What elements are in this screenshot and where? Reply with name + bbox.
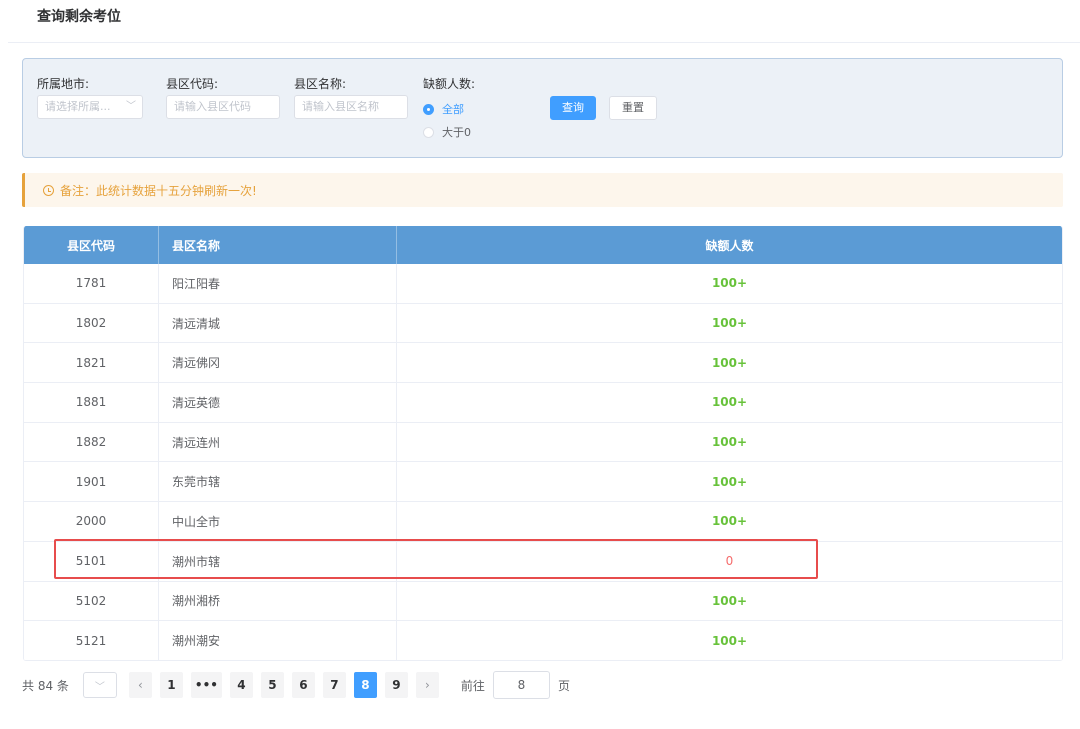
city-select[interactable]: 请选择所属... ﹀ [37, 95, 143, 119]
page-number-button[interactable]: 1 [159, 672, 183, 698]
page-number-button[interactable]: 5 [260, 672, 284, 698]
county-code-cell: 1881 [24, 383, 159, 422]
radio-greater-than-zero[interactable]: 大于0 [423, 124, 471, 140]
shortage-cell: 100+ [397, 502, 1062, 541]
county-code-cell: 1802 [24, 303, 159, 343]
notice-bar: 备注：此统计数据十五分钟刷新一次! [22, 173, 1063, 207]
table-row: 5101 潮州市辖 0 [24, 541, 1062, 582]
county-name-cell: 阳江阳春 [159, 264, 397, 303]
page-number-button[interactable]: 6 [291, 672, 315, 698]
remaining-seats-page: 查询剩余考位 所属地市: 请选择所属... ﹀ 县区代码: 请输入县区代码 县区… [0, 0, 1080, 729]
total-count: 共 84 条 [22, 678, 69, 693]
header-county-code: 县区代码 [24, 226, 159, 264]
county-code-cell: 1821 [24, 343, 159, 383]
table-row: 1881 清远英德 100+ [24, 383, 1062, 423]
pagination: 共 84 条 ﹀ ‹ 1 ••• 456789 › 前往 页 [22, 671, 570, 699]
shortage-value: 100+ [711, 474, 748, 489]
goto-label: 前往 [460, 678, 485, 693]
county-code-cell: 5101 [24, 541, 159, 581]
page-number-button[interactable]: 8 [353, 672, 377, 698]
city-label: 所属地市: [37, 77, 90, 91]
table-header: 县区代码 县区名称 缺额人数 [24, 226, 1062, 264]
page-unit-label: 页 [557, 678, 570, 693]
page-ellipsis-button[interactable]: ••• [190, 672, 222, 698]
page-number-button[interactable]: 7 [322, 672, 346, 698]
page-title: 查询剩余考位 [37, 9, 121, 25]
county-code-cell: 1781 [24, 264, 159, 303]
seats-table: 县区代码 县区名称 缺额人数 1781 阳江阳春 100+ 1802 清远清城 100+ 1… [23, 226, 1063, 661]
county-name-input[interactable]: 请输入县区名称 [294, 95, 408, 119]
clock-icon [43, 184, 54, 196]
table-row: 1802 清远清城 100+ [24, 303, 1062, 344]
shortage-label: 缺额人数: [423, 77, 476, 91]
county-code-cell: 2000 [24, 502, 159, 541]
page-number-button[interactable]: 9 [384, 672, 408, 698]
shortage-cell: 100+ [397, 621, 1062, 660]
chevron-down-icon: ﹀ [94, 681, 105, 693]
radio-checked-icon [423, 103, 434, 115]
filter-panel: 所属地市: 请选择所属... ﹀ 县区代码: 请输入县区代码 县区名称: 请输入… [22, 58, 1063, 158]
shortage-value: 100+ [711, 633, 748, 648]
county-name-cell: 潮州市辖 [159, 541, 397, 581]
shortage-value: 100+ [711, 514, 748, 529]
shortage-cell: 100+ [397, 423, 1062, 462]
county-code-input[interactable]: 请输入县区代码 [166, 95, 280, 119]
shortage-cell: 100+ [397, 304, 1062, 343]
shortage-value: 0 [725, 554, 734, 569]
radio-greater-than-zero-label: 大于0 [442, 126, 471, 139]
county-code-cell: 1882 [24, 422, 159, 462]
title-divider [8, 42, 1080, 43]
table-row: 1882 清远连州 100+ [24, 422, 1062, 463]
county-name-cell: 清远连州 [159, 422, 397, 462]
next-page-button[interactable]: › [415, 672, 439, 698]
shortage-value: 100+ [711, 395, 748, 410]
county-name-cell: 清远英德 [159, 383, 397, 422]
county-code-cell: 5102 [24, 581, 159, 621]
shortage-cell: 100+ [397, 264, 1062, 303]
header-county-name: 县区名称 [159, 226, 397, 264]
radio-all[interactable]: 全部 [423, 101, 464, 117]
table-row: 5121 潮州潮安 100+ [24, 621, 1062, 661]
prev-page-button[interactable]: ‹ [128, 672, 152, 698]
county-name-cell: 清远佛冈 [159, 343, 397, 383]
radio-unchecked-icon [423, 126, 434, 138]
shortage-cell: 100+ [397, 462, 1062, 501]
county-code-label: 县区代码: [166, 77, 219, 91]
table-row: 5102 潮州湘桥 100+ [24, 581, 1062, 622]
county-name-cell: 东莞市辖 [159, 462, 397, 502]
notice-text: 备注：此统计数据十五分钟刷新一次! [60, 183, 257, 198]
county-code-cell: 1901 [24, 462, 159, 502]
table-body: 1781 阳江阳春 100+ 1802 清远清城 100+ 1821 清远佛冈 100+ 1881… [24, 264, 1062, 661]
table-row: 1901 东莞市辖 100+ [24, 462, 1062, 503]
county-name-cell: 清远清城 [159, 303, 397, 343]
shortage-cell: 100+ [397, 383, 1062, 422]
table-row: 1781 阳江阳春 100+ [24, 264, 1062, 304]
shortage-cell: 0 [397, 542, 1062, 581]
query-button[interactable]: 查询 [550, 96, 596, 120]
shortage-value: 100+ [711, 316, 748, 331]
page-number-button[interactable]: 4 [229, 672, 253, 698]
county-name-label: 县区名称: [294, 77, 347, 91]
county-name-cell: 潮州湘桥 [159, 581, 397, 621]
shortage-value: 100+ [711, 355, 748, 370]
header-shortage-count: 缺额人数 [705, 238, 754, 253]
shortage-value: 100+ [711, 276, 748, 291]
table-row: 2000 中山全市 100+ [24, 502, 1062, 542]
goto-page-input[interactable] [492, 671, 550, 699]
page-list: 1 ••• 4 5 6 7 8 9 [159, 672, 416, 698]
shortage-value: 100+ [711, 435, 748, 450]
page-size-select[interactable]: ﹀ [82, 672, 117, 698]
shortage-cell: 100+ [397, 343, 1062, 382]
county-name-cell: 中山全市 [159, 502, 397, 541]
county-code-cell: 5121 [24, 621, 159, 660]
radio-all-label: 全部 [442, 103, 464, 116]
shortage-cell: 100+ [397, 582, 1062, 621]
shortage-value: 100+ [711, 593, 748, 608]
reset-button[interactable]: 重置 [609, 96, 657, 120]
city-select-placeholder: 请选择所属... [45, 100, 111, 113]
table-row: 1821 清远佛冈 100+ [24, 343, 1062, 384]
county-name-cell: 潮州潮安 [159, 621, 397, 660]
chevron-down-icon: ﹀ [126, 101, 136, 112]
